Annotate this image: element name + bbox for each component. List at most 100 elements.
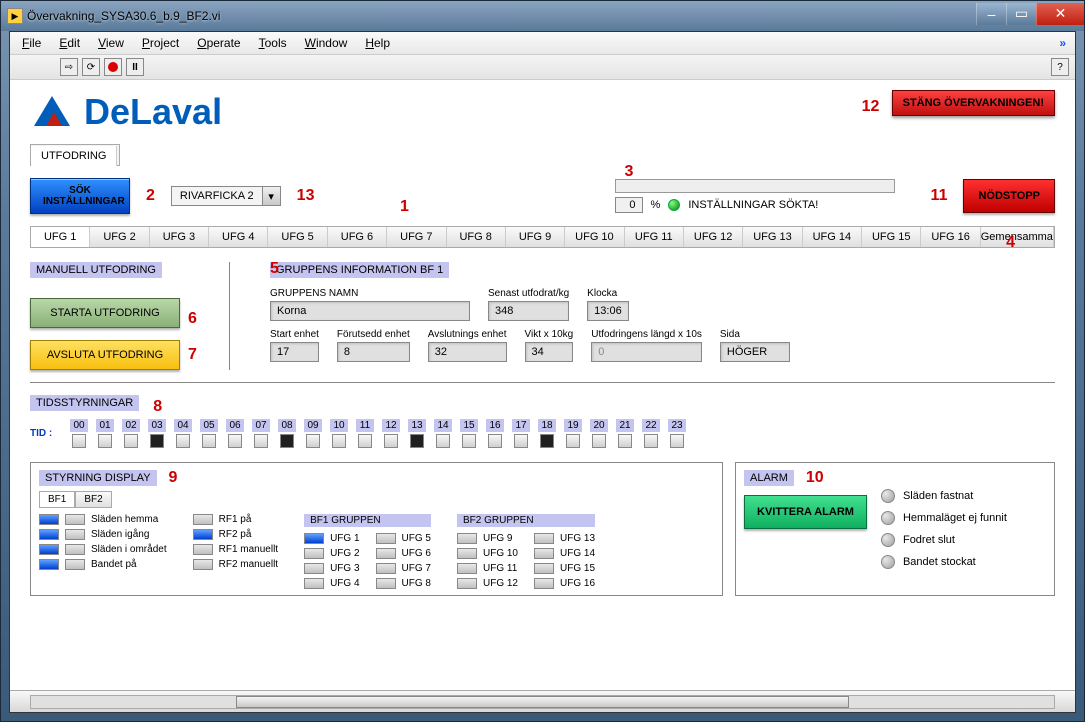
- rivarficka-dropdown[interactable]: RIVARFICKA 2 ▾: [171, 186, 281, 206]
- hour-checkbox-03[interactable]: [150, 434, 164, 448]
- help-icon[interactable]: ?: [1051, 58, 1069, 76]
- indicator-icon: [376, 578, 396, 589]
- hour-checkbox-19[interactable]: [566, 434, 580, 448]
- ufg-tab-16[interactable]: UFG 16: [921, 227, 980, 247]
- ufg-tab-11[interactable]: UFG 11: [625, 227, 684, 247]
- senast-value: 348: [488, 301, 569, 321]
- forut-value: 8: [337, 342, 410, 362]
- ufg-tab-15[interactable]: UFG 15: [862, 227, 921, 247]
- pause-icon[interactable]: II: [126, 58, 144, 76]
- menu-edit[interactable]: Edit: [59, 36, 80, 50]
- hour-checkbox-06[interactable]: [228, 434, 242, 448]
- ufg-indicator: UFG 8: [376, 578, 431, 589]
- hour-checkbox-20[interactable]: [592, 434, 606, 448]
- indicator-icon: [457, 563, 477, 574]
- menu-help[interactable]: Help: [365, 36, 390, 50]
- ufg-tab-5[interactable]: UFG 5: [268, 227, 327, 247]
- hour-checkbox-04[interactable]: [176, 434, 190, 448]
- annotation-8: 8: [153, 398, 162, 416]
- menu-file[interactable]: File: [22, 36, 41, 50]
- hour-checkbox-12[interactable]: [384, 434, 398, 448]
- hour-checkbox-10[interactable]: [332, 434, 346, 448]
- close-button[interactable]: ✕: [1036, 3, 1084, 25]
- ufg-tab-6[interactable]: UFG 6: [328, 227, 387, 247]
- statusbar: [10, 690, 1075, 712]
- indicator-icon: [534, 578, 554, 589]
- hour-checkbox-16[interactable]: [488, 434, 502, 448]
- hour-checkbox-11[interactable]: [358, 434, 372, 448]
- alarm-label: Släden fastnat: [903, 490, 973, 502]
- ufg-tab-13[interactable]: UFG 13: [743, 227, 802, 247]
- record-icon[interactable]: [104, 58, 122, 76]
- annotation-6: 6: [188, 310, 197, 328]
- start-feeding-button[interactable]: STARTA UTFODRING: [30, 298, 180, 328]
- ufg-tab-1[interactable]: UFG 1: [31, 227, 90, 247]
- status-text: INSTÄLLNINGAR SÖKTA!: [688, 199, 818, 211]
- annotation-7: 7: [188, 346, 197, 364]
- hour-label: 01: [96, 419, 114, 432]
- alarm-led-icon: [881, 511, 895, 525]
- ufg-tab-17[interactable]: Gemensamma: [981, 227, 1054, 247]
- ufg-tab-8[interactable]: UFG 8: [447, 227, 506, 247]
- indicator-icon: [376, 548, 396, 559]
- hour-checkbox-23[interactable]: [670, 434, 684, 448]
- hour-checkbox-13[interactable]: [410, 434, 424, 448]
- hour-checkbox-01[interactable]: [98, 434, 112, 448]
- hour-checkbox-21[interactable]: [618, 434, 632, 448]
- hour-checkbox-17[interactable]: [514, 434, 528, 448]
- ufg-tab-3[interactable]: UFG 3: [150, 227, 209, 247]
- hour-checkbox-08[interactable]: [280, 434, 294, 448]
- indicator-icon: [534, 563, 554, 574]
- hour-checkbox-07[interactable]: [254, 434, 268, 448]
- indicator-icon: [457, 548, 477, 559]
- hour-checkbox-18[interactable]: [540, 434, 554, 448]
- hour-label: 07: [252, 419, 270, 432]
- menu-operate[interactable]: Operate: [197, 36, 240, 50]
- ufg-tab-12[interactable]: UFG 12: [684, 227, 743, 247]
- bf2-tab[interactable]: BF2: [75, 491, 111, 508]
- ufg-indicator: UFG 16: [534, 578, 595, 589]
- hour-checkbox-14[interactable]: [436, 434, 450, 448]
- minimize-button[interactable]: –: [976, 3, 1006, 25]
- ufg-tab-9[interactable]: UFG 9: [506, 227, 565, 247]
- ufg-tab-2[interactable]: UFG 2: [90, 227, 149, 247]
- menu-more-icon[interactable]: »: [1059, 36, 1063, 50]
- annotation-3: 3: [625, 163, 634, 181]
- hour-checkbox-22[interactable]: [644, 434, 658, 448]
- alarm-label: Bandet stockat: [903, 556, 976, 568]
- hour-checkbox-02[interactable]: [124, 434, 138, 448]
- run-cont-icon[interactable]: ⟳: [82, 58, 100, 76]
- chevron-down-icon[interactable]: ▾: [262, 187, 280, 205]
- progress-pct: 0: [615, 197, 643, 213]
- hour-checkbox-05[interactable]: [202, 434, 216, 448]
- emergency-stop-button[interactable]: NÖDSTOPP: [963, 179, 1055, 213]
- scrollbar[interactable]: [30, 695, 1055, 709]
- ufg-label: UFG 7: [402, 563, 431, 574]
- indicator-icon: [39, 559, 59, 570]
- run-icon[interactable]: ⇨: [60, 58, 78, 76]
- alarm-led-icon: [881, 533, 895, 547]
- hour-label: 08: [278, 419, 296, 432]
- close-monitoring-button[interactable]: STÄNG ÖVERVAKNINGEN!: [892, 90, 1055, 116]
- ufg-indicator: UFG 11: [457, 563, 518, 574]
- bf1-tab[interactable]: BF1: [39, 491, 75, 508]
- search-settings-button[interactable]: SÖK INSTÄLLNINGAR: [30, 178, 130, 214]
- menu-view[interactable]: View: [98, 36, 124, 50]
- ack-alarm-button[interactable]: KVITTERA ALARM: [744, 495, 867, 529]
- menu-tools[interactable]: Tools: [259, 36, 287, 50]
- tab-utfodring[interactable]: UTFODRING: [31, 146, 117, 166]
- ufg-tab-14[interactable]: UFG 14: [803, 227, 862, 247]
- menu-project[interactable]: Project: [142, 36, 179, 50]
- hour-checkbox-00[interactable]: [72, 434, 86, 448]
- end-feeding-button[interactable]: AVSLUTA UTFODRING: [30, 340, 180, 370]
- status-label: Bandet på: [91, 559, 137, 570]
- hour-checkbox-09[interactable]: [306, 434, 320, 448]
- ufg-tab-4[interactable]: UFG 4: [209, 227, 268, 247]
- ufg-tab-10[interactable]: UFG 10: [565, 227, 624, 247]
- ufg-tab-7[interactable]: UFG 7: [387, 227, 446, 247]
- hour-checkbox-15[interactable]: [462, 434, 476, 448]
- annotation-10: 10: [806, 469, 824, 487]
- ufg-label: UFG 14: [560, 548, 595, 559]
- menu-window[interactable]: Window: [305, 36, 348, 50]
- maximize-button[interactable]: ▭: [1006, 3, 1036, 25]
